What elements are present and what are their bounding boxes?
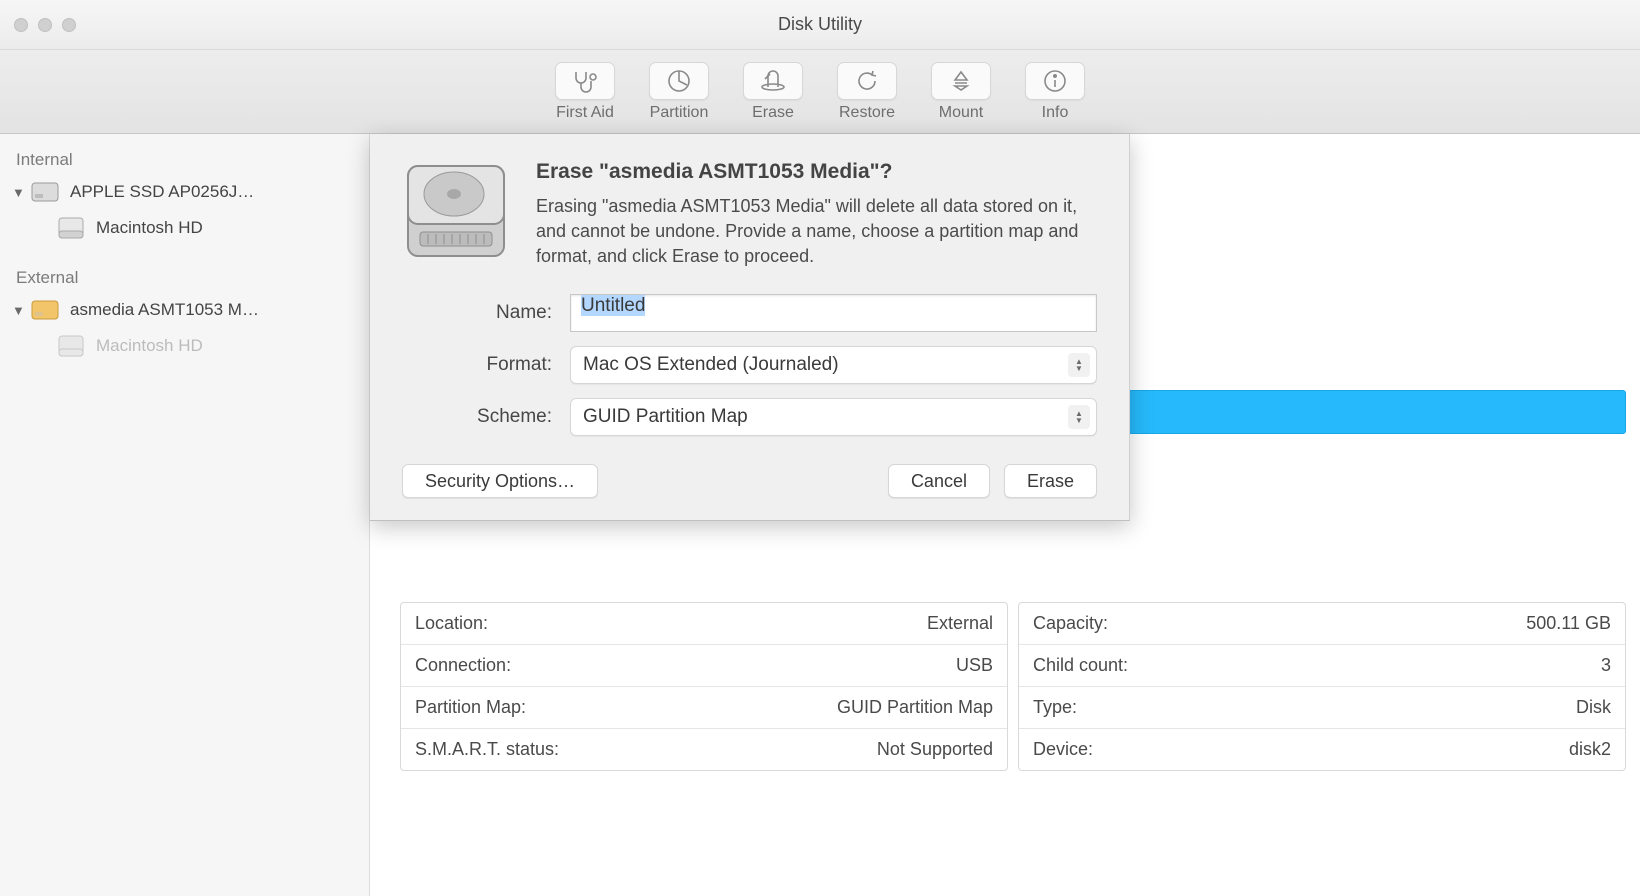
sidebar-header-internal: Internal bbox=[0, 144, 369, 174]
sidebar-header-external: External bbox=[0, 262, 369, 292]
sheet-title: Erase "asmedia ASMT1053 Media"? bbox=[536, 160, 1097, 184]
info-table-left: Location:External Connection:USB Partiti… bbox=[400, 602, 1008, 771]
sidebar-item-volume[interactable]: Macintosh HD bbox=[0, 210, 369, 246]
cancel-button[interactable]: Cancel bbox=[888, 464, 990, 498]
internal-disk-icon bbox=[30, 180, 60, 204]
scheme-select[interactable]: GUID Partition Map ▲▼ bbox=[570, 398, 1097, 436]
window-title: Disk Utility bbox=[0, 14, 1640, 35]
info-row: Type:Disk bbox=[1019, 687, 1625, 729]
restore-icon bbox=[837, 62, 897, 100]
erase-sheet: Erase "asmedia ASMT1053 Media"? Erasing … bbox=[370, 134, 1130, 521]
name-input[interactable]: Untitled bbox=[570, 294, 1097, 332]
security-options-button[interactable]: Security Options… bbox=[402, 464, 598, 498]
sidebar-item-label: APPLE SSD AP0256J… bbox=[70, 182, 254, 202]
toolbar-restore[interactable]: Restore bbox=[827, 62, 907, 122]
toolbar-label: First Aid bbox=[556, 104, 614, 122]
toolbar-partition[interactable]: Partition bbox=[639, 62, 719, 122]
volume-icon bbox=[56, 334, 86, 358]
toolbar-label: Erase bbox=[752, 104, 794, 122]
sidebar-item-label: Macintosh HD bbox=[96, 218, 203, 238]
disk-illustration-icon bbox=[402, 160, 510, 270]
external-disk-icon bbox=[30, 298, 60, 322]
toolbar-label: Partition bbox=[650, 104, 709, 122]
info-row: Device:disk2 bbox=[1019, 729, 1625, 770]
scheme-label: Scheme: bbox=[402, 406, 552, 428]
select-stepper-icon: ▲▼ bbox=[1068, 405, 1090, 429]
info-tables: Location:External Connection:USB Partiti… bbox=[400, 602, 1626, 771]
sheet-body: Erasing "asmedia ASMT1053 Media" will de… bbox=[536, 194, 1097, 270]
sidebar: Internal ▼ APPLE SSD AP0256J… Macintosh … bbox=[0, 134, 370, 896]
info-row: Location:External bbox=[401, 603, 1007, 645]
format-label: Format: bbox=[402, 354, 552, 376]
sidebar-item-label: Macintosh HD bbox=[96, 336, 203, 356]
info-row: S.M.A.R.T. status:Not Supported bbox=[401, 729, 1007, 770]
piechart-icon bbox=[649, 62, 709, 100]
sidebar-item-external-disk[interactable]: ▼ asmedia ASMT1053 M… bbox=[0, 292, 369, 328]
toolbar-mount[interactable]: Mount bbox=[921, 62, 1001, 122]
sidebar-item-internal-disk[interactable]: ▼ APPLE SSD AP0256J… bbox=[0, 174, 369, 210]
toolbar-info[interactable]: Info bbox=[1015, 62, 1095, 122]
sidebar-item-volume-unmounted[interactable]: Macintosh HD bbox=[0, 328, 369, 364]
titlebar: Disk Utility bbox=[0, 0, 1640, 50]
disclosure-triangle-icon[interactable]: ▼ bbox=[12, 303, 24, 318]
volume-icon bbox=[56, 216, 86, 240]
toolbar-label: Restore bbox=[839, 104, 895, 122]
capacity-bar bbox=[1128, 390, 1626, 434]
erase-button[interactable]: Erase bbox=[1004, 464, 1097, 498]
sidebar-item-label: asmedia ASMT1053 M… bbox=[70, 300, 259, 320]
content-area: Location:External Connection:USB Partiti… bbox=[370, 134, 1640, 896]
info-table-right: Capacity:500.11 GB Child count:3 Type:Di… bbox=[1018, 602, 1626, 771]
info-row: Capacity:500.11 GB bbox=[1019, 603, 1625, 645]
name-label: Name: bbox=[402, 302, 552, 324]
info-row: Child count:3 bbox=[1019, 645, 1625, 687]
info-row: Connection:USB bbox=[401, 645, 1007, 687]
info-row: Partition Map:GUID Partition Map bbox=[401, 687, 1007, 729]
toolbar-first-aid[interactable]: First Aid bbox=[545, 62, 625, 122]
disclosure-triangle-icon[interactable]: ▼ bbox=[12, 185, 24, 200]
format-select[interactable]: Mac OS Extended (Journaled) ▲▼ bbox=[570, 346, 1097, 384]
toolbar-label: Mount bbox=[939, 104, 983, 122]
stethoscope-icon bbox=[555, 62, 615, 100]
toolbar-erase[interactable]: Erase bbox=[733, 62, 813, 122]
info-icon bbox=[1025, 62, 1085, 100]
select-stepper-icon: ▲▼ bbox=[1068, 353, 1090, 377]
erase-icon bbox=[743, 62, 803, 100]
toolbar-label: Info bbox=[1042, 104, 1069, 122]
toolbar: First Aid Partition Erase Restore Mount … bbox=[0, 50, 1640, 134]
mount-icon bbox=[931, 62, 991, 100]
